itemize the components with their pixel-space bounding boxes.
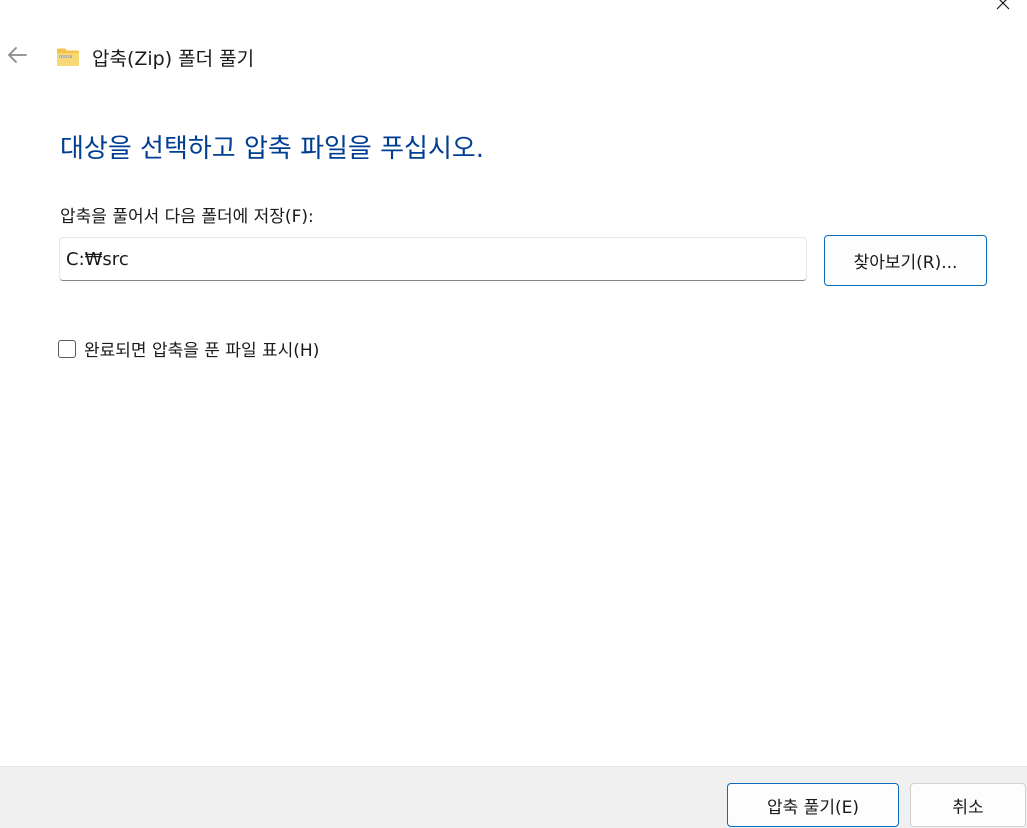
arrow-left-icon [6, 46, 28, 68]
show-files-label: 완료되면 압축을 푼 파일 표시(H) [84, 341, 320, 361]
destination-path-input[interactable] [59, 237, 807, 281]
close-icon [995, 0, 1011, 15]
cancel-button[interactable]: 취소 [910, 783, 1026, 827]
wizard-title: 압축(Zip) 폴더 풀기 [92, 47, 255, 70]
show-files-option[interactable]: 완료되면 압축을 푼 파일 표시(H) [58, 336, 319, 361]
footer-bar: 압축 풀기(E) 취소 [0, 766, 1027, 828]
destination-label: 압축을 풀어서 다음 폴더에 저장(F): [60, 207, 314, 227]
extract-button[interactable]: 압축 풀기(E) [727, 783, 899, 827]
close-button[interactable] [989, 0, 1017, 16]
zip-folder-icon [56, 47, 80, 67]
show-files-checkbox[interactable] [58, 339, 76, 358]
back-button[interactable] [4, 44, 30, 70]
instruction-heading: 대상을 선택하고 압축 파일을 푸십시오. [60, 134, 485, 164]
browse-button[interactable]: 찾아보기(R)... [824, 235, 987, 286]
wizard-header: 압축(Zip) 폴더 풀기 [56, 43, 254, 71]
extract-wizard-window: 압축(Zip) 폴더 풀기 대상을 선택하고 압축 파일을 푸십시오. 압축을 … [0, 0, 1027, 828]
